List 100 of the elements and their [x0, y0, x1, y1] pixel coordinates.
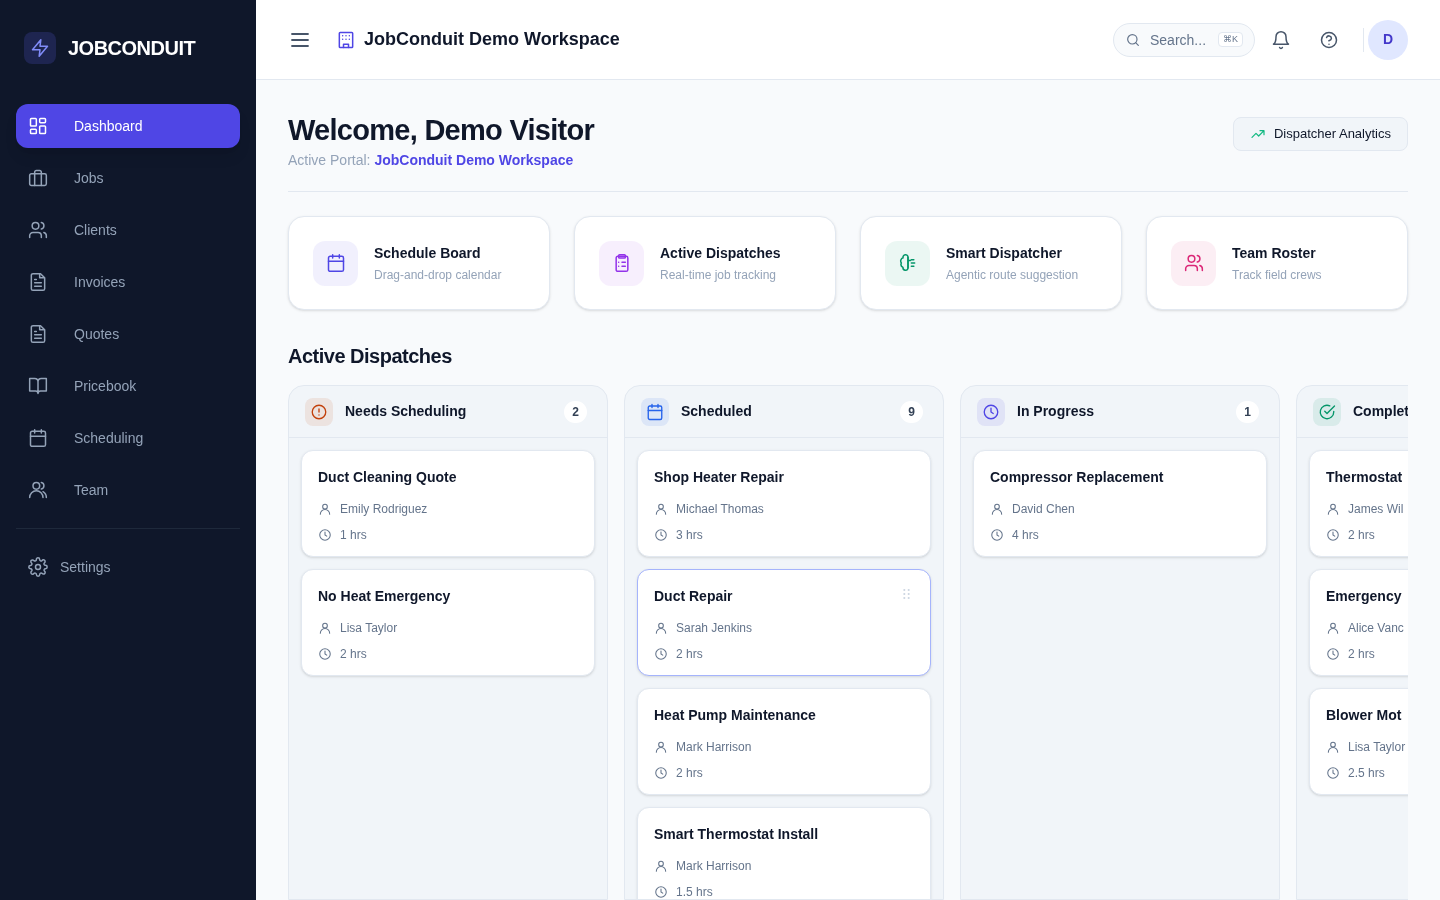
count-badge: 2 — [564, 400, 587, 423]
sidebar-item[interactable]: Team — [16, 468, 240, 512]
job-title: Heat Pump Maintenance — [654, 706, 816, 725]
user-avatar[interactable]: D — [1368, 19, 1408, 60]
document-icon — [28, 272, 48, 292]
job-duration: 4 hrs — [1012, 527, 1039, 544]
job-card[interactable]: Compressor Replacement David Chen 4 hrs — [973, 450, 1267, 557]
logo-icon — [24, 32, 56, 64]
grid-icon — [28, 116, 48, 136]
job-duration: 2.5 hrs — [1348, 765, 1385, 782]
job-duration: 2 hrs — [676, 646, 703, 663]
help-icon[interactable] — [1319, 29, 1339, 50]
job-duration: 2 hrs — [340, 646, 367, 663]
clock-icon — [654, 528, 668, 542]
calendar-icon — [646, 402, 664, 421]
quick-link-card[interactable]: Team Roster Track field crews — [1146, 216, 1408, 310]
quick-link-card[interactable]: Active Dispatches Real-time job tracking — [574, 216, 836, 310]
job-title: Emergency — [1326, 587, 1402, 606]
column-title: In Progress — [1017, 402, 1095, 421]
portal-label: Active Portal: — [288, 152, 371, 168]
quick-link-card[interactable]: Schedule Board Drag-and-drop calendar — [288, 216, 550, 310]
sidebar-item[interactable]: Scheduling — [16, 416, 240, 460]
sidebar-item[interactable]: Invoices — [16, 260, 240, 304]
job-card[interactable]: Shop Heater Repair Michael Thomas 3 hrs — [637, 450, 931, 557]
client-name: Mark Harrison — [676, 858, 752, 875]
column-title: Complet — [1353, 402, 1408, 421]
quick-link-subtitle: Track field crews — [1232, 266, 1322, 284]
column-title: Scheduled — [681, 402, 752, 421]
people-icon — [28, 220, 48, 240]
quick-link-title: Team Roster — [1232, 243, 1317, 263]
workspace-title: JobConduit Demo Workspace — [364, 28, 620, 51]
quick-link-title: Smart Dispatcher — [946, 243, 1063, 263]
client-name: Sarah Jenkins — [676, 620, 753, 637]
settings-icon — [28, 557, 48, 577]
job-title: Compressor Replacement — [990, 468, 1164, 487]
client-name: James Wil — [1348, 501, 1404, 518]
person-icon — [1326, 740, 1340, 754]
person-icon — [1326, 502, 1340, 516]
sidebar-item[interactable]: Jobs — [16, 156, 240, 200]
job-card[interactable]: No Heat Emergency Lisa Taylor 2 hrs — [301, 569, 595, 676]
job-title: Duct Cleaning Quote — [318, 468, 457, 487]
section-title: Active Dispatches — [288, 344, 453, 369]
check-circle-icon — [1318, 402, 1336, 421]
quick-link-subtitle: Real-time job tracking — [660, 266, 778, 284]
job-duration: 2 hrs — [1348, 527, 1375, 544]
quick-link-subtitle: Agentic route suggestion — [946, 266, 1079, 284]
people-icon — [1183, 253, 1204, 273]
bell-icon[interactable] — [1271, 29, 1291, 50]
job-card[interactable]: Duct Cleaning Quote Emily Rodriguez 1 hrs — [301, 450, 595, 557]
person-icon — [654, 621, 668, 635]
job-card[interactable]: Thermostat James Wil 2 hrs — [1309, 450, 1408, 557]
briefcase-icon — [28, 168, 48, 188]
person-icon — [990, 502, 1004, 516]
quick-link-title: Schedule Board — [374, 243, 482, 263]
sidebar-item[interactable]: Quotes — [16, 312, 240, 356]
job-title: Blower Mot — [1326, 706, 1402, 725]
document-icon — [28, 324, 48, 344]
clock-icon — [654, 885, 668, 899]
analytics-button[interactable]: Dispatcher Analytics — [1232, 117, 1408, 151]
drag-handle-icon[interactable] — [903, 588, 910, 600]
person-icon — [318, 502, 332, 516]
job-title: No Heat Emergency — [318, 587, 451, 606]
job-card[interactable]: Emergency Alice Vanc 2 hrs — [1309, 569, 1408, 676]
count-badge: 1 — [1236, 400, 1259, 423]
search-icon — [1125, 31, 1141, 48]
job-title: Shop Heater Repair — [654, 468, 784, 487]
client-name: Mark Harrison — [676, 739, 752, 756]
client-name: David Chen — [1012, 501, 1075, 518]
clock-icon — [1326, 766, 1340, 780]
job-title: Thermostat — [1326, 468, 1403, 487]
column-title: Needs Scheduling — [345, 402, 467, 421]
quick-link-card[interactable]: Smart Dispatcher Agentic route suggestion — [860, 216, 1122, 310]
sidebar-item[interactable]: Clients — [16, 208, 240, 252]
job-duration: 3 hrs — [676, 527, 703, 544]
alert-icon — [310, 402, 328, 421]
calendar-icon — [28, 428, 48, 448]
sidebar-item[interactable]: Dashboard — [16, 104, 240, 148]
brain-icon — [897, 253, 918, 273]
book-icon — [28, 376, 48, 396]
settings-link[interactable]: Settings — [16, 545, 240, 589]
clock-icon — [1326, 647, 1340, 661]
job-title: Smart Thermostat Install — [654, 825, 819, 844]
job-card[interactable]: Blower Mot Lisa Taylor 2.5 hrs — [1309, 688, 1408, 795]
job-card[interactable]: Duct Repair Sarah Jenkins 2 hrs — [637, 569, 931, 676]
person-icon — [654, 740, 668, 754]
person-icon — [1326, 621, 1340, 635]
page-title: Welcome, Demo Visitor — [288, 113, 595, 148]
person-icon — [318, 621, 332, 635]
clock-icon — [990, 528, 1004, 542]
portal-link[interactable]: JobConduit Demo Workspace — [374, 152, 574, 168]
clock-icon — [318, 528, 332, 542]
building-icon — [336, 29, 356, 50]
clock-icon — [318, 647, 332, 661]
job-card[interactable]: Heat Pump Maintenance Mark Harrison 2 hrs — [637, 688, 931, 795]
clock-icon — [1326, 528, 1340, 542]
count-badge: 9 — [900, 400, 923, 423]
people-icon — [28, 480, 48, 500]
quick-link-title: Active Dispatches — [660, 243, 781, 263]
sidebar-item[interactable]: Pricebook — [16, 364, 240, 408]
job-card[interactable]: Smart Thermostat Install Mark Harrison 1.5 hrs — [637, 807, 931, 899]
